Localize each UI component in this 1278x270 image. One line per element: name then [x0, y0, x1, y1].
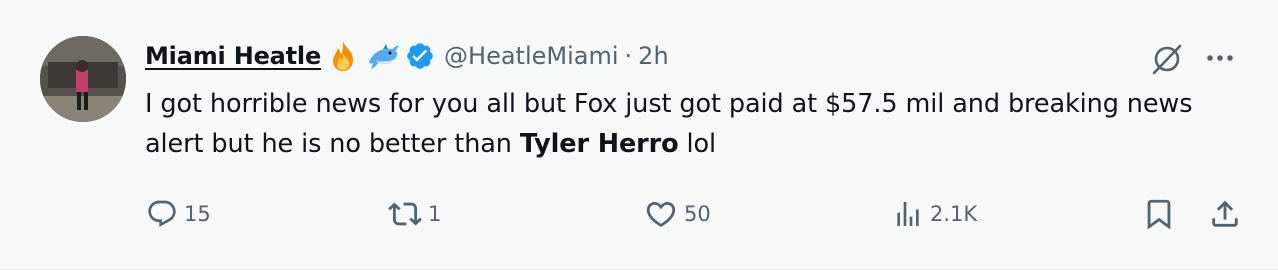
- dolphin-emoji-icon: [365, 38, 401, 74]
- tweet-text: I got horrible news for you all but Fox …: [145, 84, 1245, 164]
- bookmark-icon: [1142, 197, 1176, 231]
- share-icon: [1208, 197, 1242, 231]
- reply-count: 15: [184, 202, 211, 226]
- share-button[interactable]: [1208, 196, 1242, 232]
- verified-badge-icon: [405, 41, 435, 71]
- timestamp[interactable]: 2h: [638, 42, 668, 70]
- display-name[interactable]: Miami Heatle: [145, 42, 321, 70]
- retweet-icon: [388, 197, 422, 231]
- grok-icon[interactable]: [1150, 42, 1184, 76]
- more-icon[interactable]: [1204, 50, 1236, 66]
- views-button[interactable]: 2.1K: [892, 196, 977, 232]
- tweet-header: Miami Heatle @HeatleMiami · 2h: [145, 36, 669, 76]
- fire-emoji-icon: [325, 38, 361, 74]
- like-button[interactable]: 50: [644, 196, 711, 232]
- views-count: 2.1K: [930, 202, 978, 226]
- tweet-card[interactable]: Miami Heatle @HeatleMiami · 2h I got hor…: [0, 0, 1278, 270]
- tweet-text-bold: Tyler Herro: [519, 129, 679, 159]
- tweet-text-end: lol: [678, 129, 717, 159]
- user-handle[interactable]: @HeatleMiami: [444, 42, 619, 70]
- avatar[interactable]: [40, 36, 126, 122]
- reply-icon: [146, 198, 178, 230]
- retweet-count: 1: [428, 202, 442, 226]
- bookmark-button[interactable]: [1142, 196, 1176, 232]
- retweet-button[interactable]: 1: [388, 196, 441, 232]
- heart-icon: [644, 197, 678, 231]
- separator-dot: ·: [624, 42, 633, 70]
- reply-button[interactable]: 15: [146, 196, 211, 232]
- like-count: 50: [684, 202, 711, 226]
- views-icon: [892, 198, 924, 230]
